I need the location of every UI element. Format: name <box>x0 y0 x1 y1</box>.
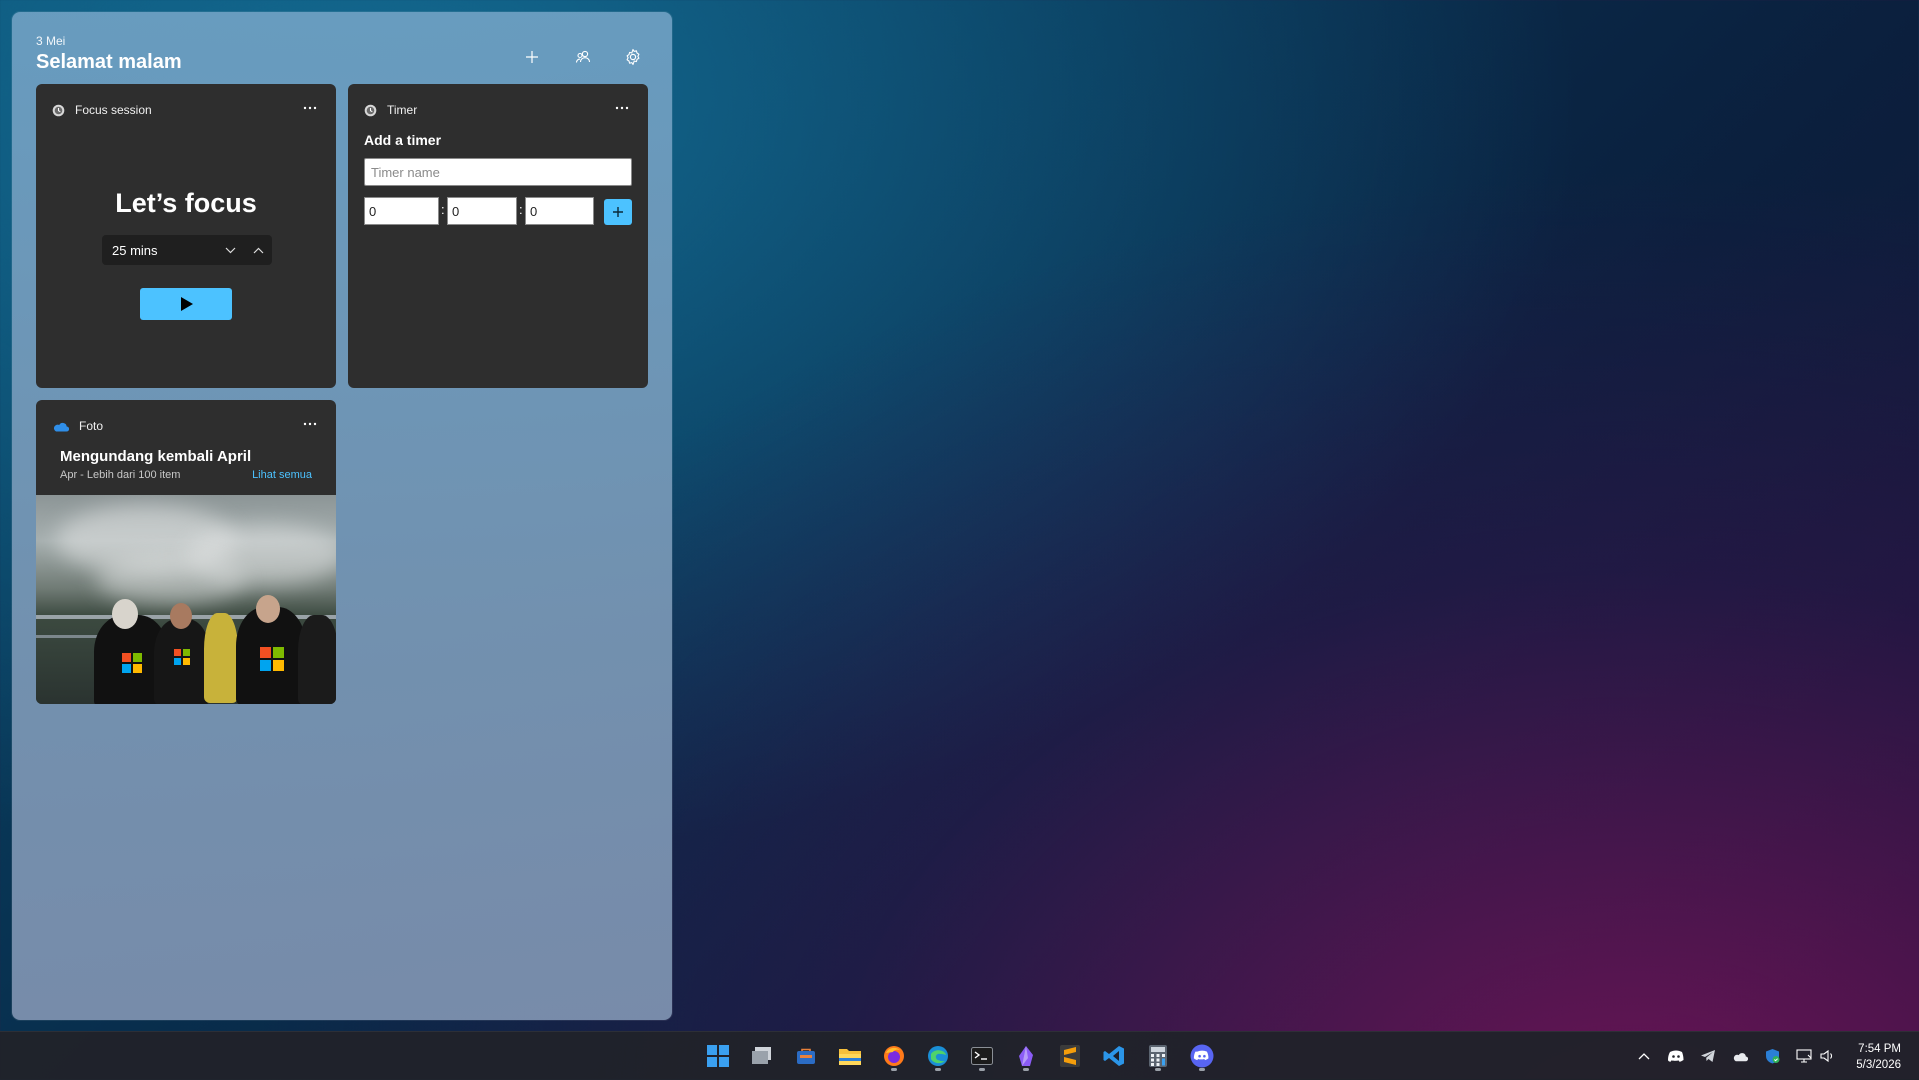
plus-icon <box>526 51 538 63</box>
focus-more-button[interactable] <box>298 98 322 118</box>
add-timer-heading: Add a timer <box>364 132 442 148</box>
timer-name-input[interactable] <box>364 158 632 186</box>
network-icon <box>1796 1048 1812 1063</box>
telegram-icon <box>1701 1050 1715 1062</box>
timer-card-title: Timer <box>387 103 418 117</box>
running-indicator <box>891 1068 897 1071</box>
clock-app-icon <box>52 104 65 116</box>
vscode-icon <box>1103 1046 1124 1066</box>
chevron-up-icon <box>253 247 263 253</box>
add-timer-button[interactable] <box>604 199 632 225</box>
discord-app[interactable] <box>1184 1040 1220 1072</box>
tray-network[interactable] <box>1796 1048 1812 1064</box>
onedrive-icon <box>53 422 69 432</box>
panel-greeting: Selamat malam <box>36 51 182 73</box>
people-icon <box>575 50 591 63</box>
volume-icon <box>1820 1049 1833 1063</box>
terminal-icon <box>971 1047 993 1065</box>
sublime-text-app[interactable] <box>1052 1040 1088 1072</box>
calculator-app[interactable] <box>1140 1040 1176 1072</box>
increase-duration-button[interactable] <box>244 235 272 265</box>
running-indicator <box>935 1068 941 1071</box>
cloud-icon <box>1733 1052 1748 1061</box>
running-indicator <box>1023 1068 1029 1071</box>
add-widget-button[interactable] <box>516 42 548 72</box>
task-view-icon <box>752 1047 771 1064</box>
taskbar-clock[interactable]: 7:54 PM 5/3/2026 <box>1856 1041 1901 1073</box>
focus-session-card: Focus session Let’s focus 25 mins <box>36 84 336 388</box>
discord-icon <box>1668 1050 1684 1062</box>
file-explorer-app[interactable] <box>832 1040 868 1072</box>
firefox-icon <box>884 1046 904 1066</box>
running-indicator <box>1155 1068 1161 1071</box>
more-icon <box>303 106 317 110</box>
play-icon <box>180 297 193 311</box>
focus-card-title: Focus session <box>75 103 152 117</box>
running-indicator <box>1199 1068 1205 1071</box>
see-all-link[interactable]: Lihat semua <box>252 469 312 481</box>
more-icon <box>303 422 317 426</box>
sublime-icon <box>1060 1045 1080 1067</box>
clock-date: 5/3/2026 <box>1856 1059 1901 1071</box>
edge-app[interactable] <box>920 1040 956 1072</box>
timer-hours-input[interactable] <box>364 197 439 225</box>
plus-icon <box>613 207 623 217</box>
vscode-app[interactable] <box>1096 1040 1132 1072</box>
store-app[interactable] <box>788 1040 824 1072</box>
tray-volume[interactable] <box>1820 1048 1836 1064</box>
more-icon <box>615 106 629 110</box>
discord-icon <box>1190 1044 1214 1068</box>
start-focus-button[interactable] <box>140 288 232 320</box>
focus-heading: Let’s focus <box>115 188 257 218</box>
time-separator: : <box>519 202 523 217</box>
timer-more-button[interactable] <box>610 98 634 118</box>
obsidian-icon <box>1019 1046 1033 1066</box>
clock-app-icon <box>364 104 377 116</box>
duration-value: 25 mins <box>112 242 158 258</box>
windows-icon <box>707 1045 729 1067</box>
running-indicator <box>979 1068 985 1071</box>
widgets-panel: 3 Mei Selamat malam Focus session Let’s … <box>12 12 672 1020</box>
start-button[interactable] <box>700 1040 736 1072</box>
tray-discord[interactable] <box>1668 1048 1684 1064</box>
settings-button[interactable] <box>617 42 649 72</box>
timer-card-header: Timer <box>364 100 417 120</box>
chevron-down-icon <box>225 247 235 253</box>
firefox-app[interactable] <box>876 1040 912 1072</box>
shield-icon <box>1765 1049 1779 1064</box>
gear-icon <box>626 48 640 66</box>
photos-more-button[interactable] <box>298 414 322 434</box>
photos-card-header: Foto <box>52 416 103 436</box>
calculator-icon <box>1149 1045 1167 1067</box>
chevron-up-icon <box>1638 1053 1650 1060</box>
time-separator: : <box>441 202 445 217</box>
tray-telegram[interactable] <box>1700 1048 1716 1064</box>
album-meta: Apr - Lebih dari 100 item <box>60 469 181 481</box>
photos-card-title: Foto <box>79 419 104 433</box>
album-title: Mengundang kembali April <box>60 448 252 465</box>
people-button[interactable] <box>567 42 599 72</box>
task-view-button[interactable] <box>744 1040 780 1072</box>
store-icon <box>797 1048 815 1064</box>
folder-icon <box>839 1049 861 1065</box>
decrease-duration-button[interactable] <box>216 235 244 265</box>
tray-security[interactable] <box>1764 1048 1780 1064</box>
timer-seconds-input[interactable] <box>525 197 594 225</box>
photos-card[interactable]: Foto Mengundang kembali April Apr - Lebi… <box>36 400 336 704</box>
timer-minutes-input[interactable] <box>447 197 517 225</box>
terminal-app[interactable] <box>964 1040 1000 1072</box>
duration-stepper[interactable]: 25 mins <box>102 235 272 265</box>
focus-card-header: Focus session <box>52 100 152 120</box>
clock-time: 7:54 PM <box>1858 1043 1901 1055</box>
tray-onedrive[interactable] <box>1732 1048 1748 1064</box>
album-photo[interactable] <box>36 495 336 704</box>
timer-card: Timer Add a timer : : <box>348 84 648 388</box>
obsidian-app[interactable] <box>1008 1040 1044 1072</box>
show-hidden-icons-button[interactable] <box>1636 1048 1652 1064</box>
edge-icon <box>928 1046 948 1066</box>
taskbar: 7:54 PM 5/3/2026 <box>0 1031 1919 1080</box>
panel-date: 3 Mei <box>36 34 66 48</box>
